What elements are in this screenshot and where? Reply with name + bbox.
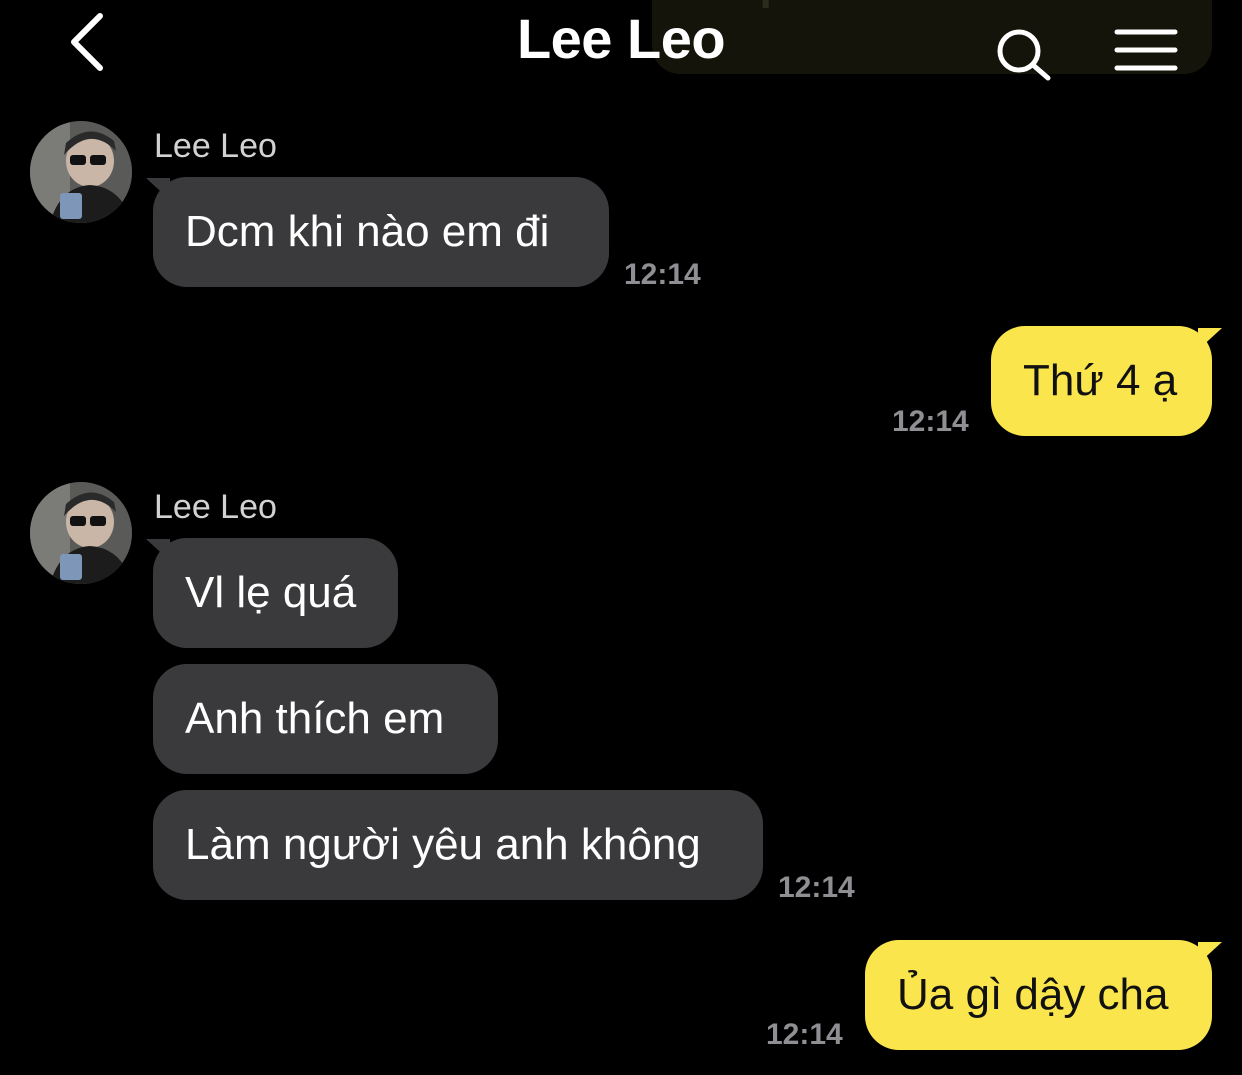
sender-name: Lee Leo <box>154 488 277 526</box>
chat-header: Có quen anh đâu mà nói Lee Leo <box>0 0 1242 96</box>
bubble-tail <box>1198 942 1222 964</box>
avatar[interactable] <box>30 121 132 223</box>
incoming-message-bubble[interactable]: Dcm khi nào em đi <box>153 177 609 287</box>
message-timestamp: 12:14 <box>766 1018 843 1051</box>
avatar[interactable] <box>30 482 132 584</box>
avatar-photo-icon <box>30 121 132 223</box>
outgoing-message-bubble[interactable]: Ủa gì dậy cha <box>865 940 1212 1050</box>
menu-button[interactable] <box>1114 28 1178 76</box>
message-timestamp: 12:14 <box>778 871 855 904</box>
incoming-message-bubble[interactable]: Làm người yêu anh không <box>153 790 763 900</box>
bubble-tail <box>1198 328 1222 350</box>
search-button[interactable] <box>994 26 1054 86</box>
chat-title: Lee Leo <box>516 7 726 70</box>
avatar-photo-icon <box>30 482 132 584</box>
incoming-message-bubble[interactable]: Anh thích em <box>153 664 498 774</box>
outgoing-message-bubble[interactable]: Thứ 4 ạ <box>991 326 1212 436</box>
message-timestamp: 12:14 <box>624 258 701 291</box>
sender-name: Lee Leo <box>154 127 277 165</box>
message-timestamp: 12:14 <box>892 405 969 438</box>
incoming-message-bubble[interactable]: Vl lẹ quá <box>153 538 398 648</box>
search-icon <box>997 29 1051 81</box>
hamburger-menu-icon <box>1114 29 1178 71</box>
